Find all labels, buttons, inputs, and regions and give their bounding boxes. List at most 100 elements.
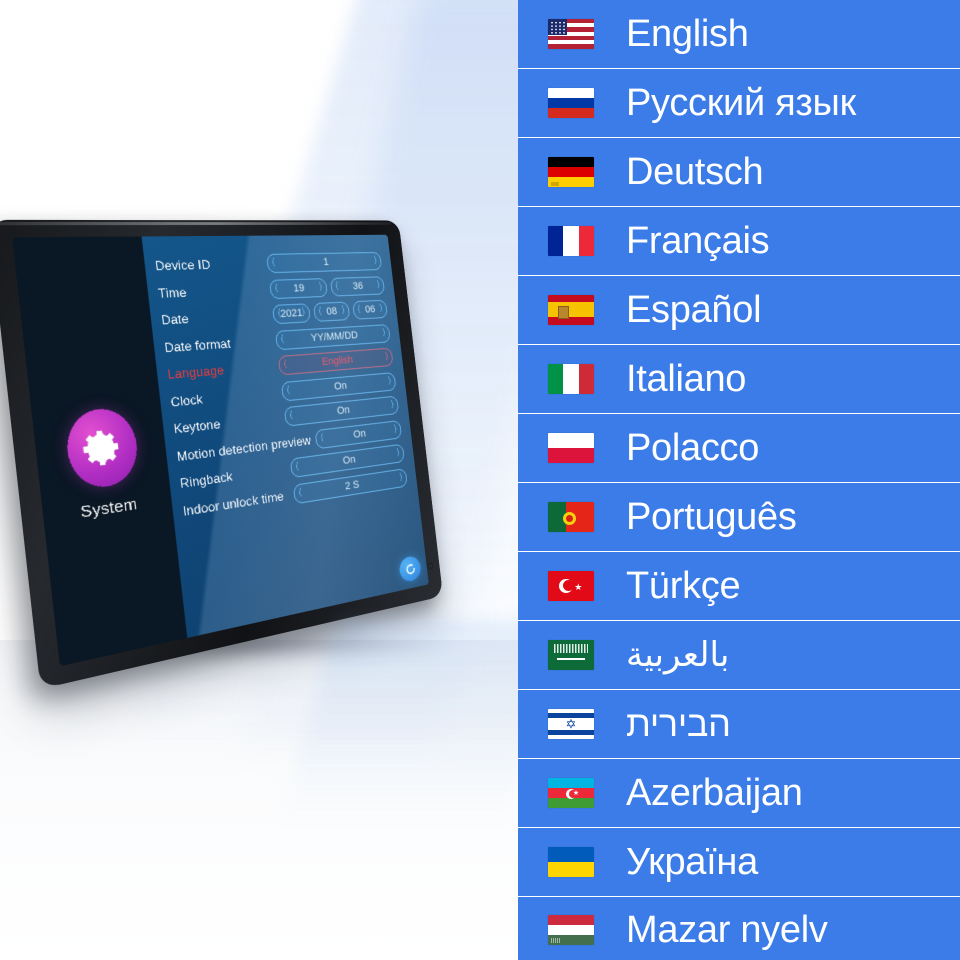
chevron-right-icon[interactable]: ⟩	[373, 256, 377, 266]
chevron-left-icon[interactable]: ⟨	[283, 360, 288, 371]
chevron-right-icon[interactable]: ⟩	[341, 306, 345, 316]
setting-label: Time	[157, 285, 188, 301]
chevron-right-icon[interactable]: ⟩	[382, 328, 386, 338]
language-label: Mazar nyelv	[626, 909, 828, 951]
language-label: Polacco	[626, 426, 760, 469]
flag-tr-icon: ★	[548, 570, 594, 601]
language-label: Français	[626, 219, 770, 262]
camera-dot-icon	[427, 562, 434, 570]
language-label: Україна	[626, 840, 758, 883]
setting-label: Language	[166, 363, 225, 383]
chevron-left-icon[interactable]: ⟨	[298, 487, 303, 498]
scene-floor	[0, 640, 518, 960]
language-item-english[interactable]: English	[518, 0, 960, 68]
setting-value: 1	[322, 256, 330, 269]
chevron-left-icon[interactable]: ⟨	[320, 433, 325, 444]
chevron-right-icon[interactable]: ⟩	[376, 280, 380, 290]
chevron-right-icon[interactable]: ⟩	[399, 472, 403, 483]
language-label: English	[626, 12, 749, 55]
flag-us-icon	[548, 18, 594, 49]
flag-hu-icon	[548, 915, 594, 945]
system-label: System	[79, 494, 139, 522]
setting-value: 2021	[279, 307, 304, 321]
setting-value: 19	[292, 282, 305, 295]
tablet-device: System Device ID ⟨ 1 ⟩ Time ⟨ 19 ⟩ ⟨ 36 …	[0, 198, 502, 690]
language-label: بالعربية	[626, 635, 730, 674]
chevron-right-icon[interactable]: ⟩	[396, 448, 400, 458]
language-item-ukrainian[interactable]: Україна	[518, 828, 960, 896]
flag-es-icon	[548, 294, 594, 325]
language-item-spanish[interactable]: Español	[518, 276, 960, 344]
setting-value: 2 S	[344, 478, 360, 493]
stepper-date-day[interactable]: ⟨ 06 ⟩	[352, 299, 388, 320]
setting-label: Date	[160, 312, 190, 328]
language-label: Deutsch	[626, 150, 764, 193]
flag-pl-icon	[548, 432, 594, 463]
setting-label: Date format	[163, 336, 232, 355]
setting-value: On	[352, 427, 367, 441]
language-label: הבירית	[626, 702, 731, 744]
chevron-right-icon[interactable]: ⟩	[388, 376, 392, 386]
language-item-arabic[interactable]: بالعربية	[518, 621, 960, 689]
language-item-portuguese[interactable]: Português	[518, 483, 960, 551]
stepper-time-minute[interactable]: ⟨ 36 ⟩	[329, 276, 386, 297]
flag-sa-icon	[548, 639, 594, 670]
flag-fr-icon	[548, 225, 594, 256]
language-item-italian[interactable]: Italiano	[518, 345, 960, 413]
language-item-turkish[interactable]: ★ Türkçe	[518, 552, 960, 620]
language-label: Azerbaijan	[626, 771, 803, 814]
stepper-date-year[interactable]: ⟨ 2021 ⟩	[271, 303, 311, 325]
screenshot-stage: System Device ID ⟨ 1 ⟩ Time ⟨ 19 ⟩ ⟨ 36 …	[0, 0, 960, 960]
flag-de-icon	[548, 156, 594, 187]
language-item-russian[interactable]: Русский язык	[518, 69, 960, 137]
language-list-panel: English Русский язык Deutsch Français Es…	[518, 0, 960, 960]
flag-il-icon: ✡	[548, 708, 594, 739]
setting-fields: ⟨ 2021 ⟩ ⟨ 08 ⟩ ⟨ 06 ⟩	[271, 299, 388, 325]
chevron-left-icon[interactable]: ⟨	[271, 258, 276, 269]
setting-value: On	[333, 379, 348, 393]
chevron-left-icon[interactable]: ⟨	[335, 281, 340, 291]
setting-value: 36	[352, 280, 364, 292]
stepper-time-hour[interactable]: ⟨ 19 ⟩	[269, 277, 328, 299]
stepper-date-month[interactable]: ⟨ 08 ⟩	[313, 301, 351, 323]
language-item-hebrew[interactable]: ✡ הבירית	[518, 690, 960, 758]
chevron-right-icon[interactable]: ⟩	[379, 304, 383, 314]
chevron-left-icon[interactable]: ⟨	[280, 334, 285, 345]
chevron-left-icon[interactable]: ⟨	[286, 385, 291, 396]
flag-pt-icon	[548, 501, 594, 532]
chevron-right-icon[interactable]: ⟩	[385, 352, 389, 362]
chevron-left-icon[interactable]: ⟨	[318, 307, 323, 318]
setting-value: On	[342, 454, 357, 468]
setting-fields: ⟨ 1 ⟩	[266, 252, 383, 274]
chevron-right-icon[interactable]: ⟩	[393, 424, 397, 434]
flag-it-icon	[548, 363, 594, 394]
settings-pane: Device ID ⟨ 1 ⟩ Time ⟨ 19 ⟩ ⟨ 36 ⟩ Date …	[141, 234, 429, 639]
language-label: Español	[626, 288, 762, 331]
flag-ru-icon	[548, 87, 594, 118]
setting-value: English	[321, 354, 354, 369]
product-scene: System Device ID ⟨ 1 ⟩ Time ⟨ 19 ⟩ ⟨ 36 …	[0, 0, 518, 960]
chevron-left-icon[interactable]: ⟨	[295, 462, 300, 473]
setting-value: On	[336, 404, 351, 418]
language-item-hungarian[interactable]: Mazar nyelv	[518, 897, 960, 960]
setting-fields: ⟨ 19 ⟩ ⟨ 36 ⟩	[269, 276, 386, 299]
chevron-right-icon[interactable]: ⟩	[318, 282, 323, 292]
flag-ua-icon	[548, 846, 594, 877]
chevron-left-icon[interactable]: ⟨	[289, 411, 294, 422]
chevron-right-icon[interactable]: ⟩	[390, 400, 394, 410]
language-item-polish[interactable]: Polacco	[518, 414, 960, 482]
system-pane: System	[12, 236, 188, 667]
language-item-german[interactable]: Deutsch	[518, 138, 960, 206]
language-item-french[interactable]: Français	[518, 207, 960, 275]
stepper-device-id[interactable]: ⟨ 1 ⟩	[266, 252, 383, 274]
language-item-azerbaijani[interactable]: ★ Azerbaijan	[518, 759, 960, 827]
chevron-left-icon[interactable]: ⟨	[274, 283, 279, 294]
setting-value: 08	[325, 305, 338, 318]
flag-az-icon: ★	[548, 777, 594, 808]
language-label: Italiano	[626, 357, 747, 400]
chevron-left-icon[interactable]: ⟨	[357, 305, 361, 315]
setting-label: Device ID	[154, 258, 212, 274]
setting-value: YY/MM/DD	[310, 329, 359, 344]
gear-icon[interactable]	[63, 405, 141, 491]
language-label: Português	[626, 495, 797, 538]
